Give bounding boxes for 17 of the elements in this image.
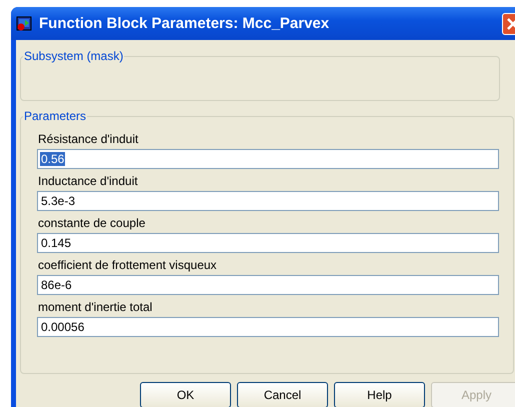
group-title: Subsystem (mask) [23, 49, 124, 63]
field-label: Résistance d'induit [38, 132, 140, 146]
field-label: coefficient de frottement visqueux [38, 258, 218, 272]
dialog-button[interactable]: OK [140, 382, 231, 407]
field-label: constante de couple [38, 216, 146, 230]
dialog-button[interactable]: Help [334, 382, 425, 407]
input-field[interactable]: 5.3e-3 [37, 191, 499, 211]
field-label: Inductance d'induit [38, 174, 139, 188]
input-field[interactable]: 0.00056 [37, 317, 499, 337]
input-field[interactable]: 0.145 [37, 233, 499, 253]
window-title: Function Block Parameters: Mcc_Parvex [39, 15, 330, 32]
input-field[interactable]: 0.56 [37, 149, 499, 169]
field-label: moment d'inertie total [38, 300, 154, 314]
app-icon [16, 16, 32, 32]
dialog-button[interactable]: Cancel [237, 382, 328, 407]
group-title: Parameters [23, 109, 88, 123]
input-field[interactable]: 86e-6 [37, 275, 499, 295]
